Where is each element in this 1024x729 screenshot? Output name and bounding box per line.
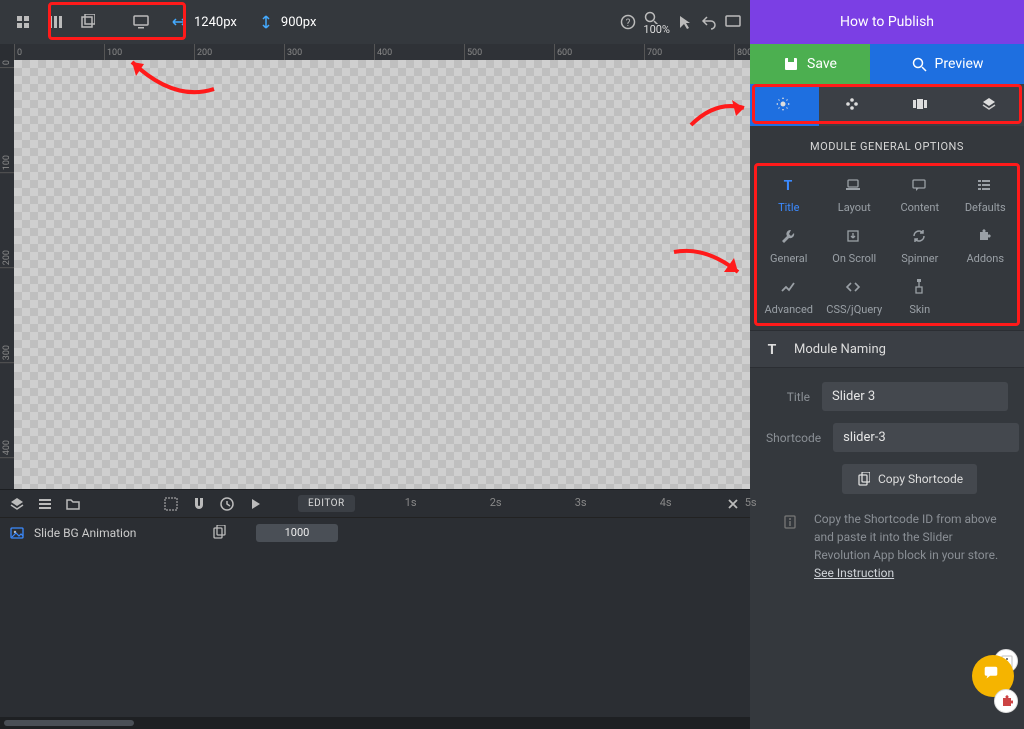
track-copy-icon[interactable] xyxy=(210,524,228,542)
see-instruction-link[interactable]: See Instruction xyxy=(814,566,894,580)
preview-button[interactable]: Preview xyxy=(870,44,1024,84)
help-icon[interactable] xyxy=(619,13,637,31)
ruler-horizontal: 0 100 200 300 400 500 600 700 800 xyxy=(14,44,750,60)
option-content[interactable]: Content xyxy=(887,169,953,218)
shortcode-input[interactable] xyxy=(833,423,1019,452)
clock-icon[interactable] xyxy=(218,495,236,513)
info-icon xyxy=(782,514,800,582)
title-label: Title xyxy=(766,390,810,404)
hint-text: Copy the Shortcode ID from above and pas… xyxy=(814,510,1004,582)
copy-shortcode-button[interactable]: Copy Shortcode xyxy=(842,464,977,494)
device-monitor-icon[interactable] xyxy=(132,13,150,31)
ruler-vertical: 0 100 200 300 400 xyxy=(0,60,14,489)
canvas-height-value[interactable]: 900px xyxy=(281,15,317,30)
annotation-arrow-toolbar xyxy=(114,60,234,114)
panel-tab-settings[interactable] xyxy=(750,84,819,126)
track-image-icon xyxy=(8,524,26,542)
top-toolbar: 1240px 900px 100% xyxy=(0,0,750,44)
fullscreen-icon[interactable] xyxy=(724,13,742,31)
subsection-module-naming[interactable]: Module Naming xyxy=(750,330,1024,368)
panel-tabs xyxy=(750,84,1024,126)
layers-icon[interactable] xyxy=(8,495,26,513)
shortcode-label: Shortcode xyxy=(766,431,821,445)
option-layout[interactable]: Layout xyxy=(822,169,888,218)
columns-view-icon[interactable] xyxy=(46,13,64,31)
stack-view-icon[interactable] xyxy=(78,13,96,31)
section-title: MODULE GENERAL OPTIONS xyxy=(750,126,1024,163)
option-title[interactable]: Title xyxy=(756,169,822,218)
height-arrows-icon xyxy=(257,13,275,31)
zoom-control[interactable]: 100% xyxy=(643,10,670,35)
play-icon[interactable] xyxy=(246,495,264,513)
undo-icon[interactable] xyxy=(700,13,718,31)
module-options-grid: TitleLayoutContentDefaults GeneralOn Scro… xyxy=(750,163,1024,330)
option-cssjq[interactable]: CSS/jQuery xyxy=(822,271,888,320)
timeline-toolbar: EDITOR 1s 2s 3s 4s 5s xyxy=(0,489,750,517)
timeline-close-icon[interactable] xyxy=(724,495,742,513)
width-arrows-icon xyxy=(170,13,188,31)
panel-tab-layers[interactable] xyxy=(956,84,1024,126)
option-general[interactable]: General xyxy=(756,220,822,269)
option-addons[interactable]: Addons xyxy=(953,220,1019,269)
track-name-label: Slide BG Animation xyxy=(34,526,136,540)
horizontal-scrollbar[interactable] xyxy=(0,717,750,729)
canvas-stage[interactable] xyxy=(14,60,750,489)
right-panel: How to Publish Save Preview MODULE GENER… xyxy=(750,0,1024,729)
panel-tab-navigation[interactable] xyxy=(819,84,888,126)
snap-icon[interactable] xyxy=(162,495,180,513)
magnet-icon[interactable] xyxy=(190,495,208,513)
menu-icon[interactable] xyxy=(36,495,54,513)
option-skin[interactable]: Skin xyxy=(887,271,953,320)
help-widget-brain-icon[interactable] xyxy=(994,689,1018,713)
annotation-arrow-options xyxy=(666,240,750,300)
grid-view-icon[interactable] xyxy=(14,13,32,31)
title-input[interactable] xyxy=(822,382,1008,411)
option-advanced[interactable]: Advanced xyxy=(756,271,822,320)
annotation-arrow-paneltabs xyxy=(686,90,750,140)
track-keyframe-bar[interactable]: 1000 xyxy=(256,524,338,542)
panel-tab-slides[interactable] xyxy=(887,84,956,126)
folder-icon[interactable] xyxy=(64,495,82,513)
select-cursor-icon[interactable] xyxy=(676,13,694,31)
timeline-empty-area xyxy=(0,547,750,717)
canvas-width-value[interactable]: 1240px xyxy=(194,15,237,30)
how-to-publish-banner[interactable]: How to Publish xyxy=(750,0,1024,44)
option-onscroll[interactable]: On Scroll xyxy=(822,220,888,269)
timeline-ruler: 1s 2s 3s 4s 5s xyxy=(365,490,714,517)
save-button[interactable]: Save xyxy=(750,44,870,84)
option-defaults[interactable]: Defaults xyxy=(953,169,1019,218)
editor-mode-pill[interactable]: EDITOR xyxy=(298,495,355,512)
timeline-track-row[interactable]: Slide BG Animation 1000 xyxy=(0,517,750,547)
option-spinner[interactable]: Spinner xyxy=(887,220,953,269)
